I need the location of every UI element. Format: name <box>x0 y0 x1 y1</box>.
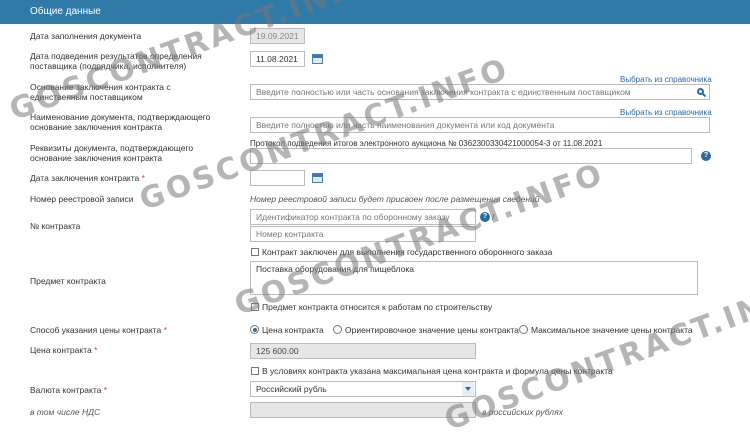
registry-number-label: Номер реестровой записи <box>30 194 134 204</box>
defense-order-checkbox-label: Контракт заключен для выполнения государ… <box>262 247 553 257</box>
price-label-text: Цена контракта <box>30 345 92 355</box>
subject-label: Предмет контракта <box>30 276 106 286</box>
currency-label-text: Валюта контракта <box>30 385 102 395</box>
price-input[interactable]: 125 600.00 <box>250 343 476 359</box>
radio-contract-price-label: Цена контракта <box>262 325 324 335</box>
radio-contract-price[interactable] <box>250 325 259 334</box>
defense-order-checkbox[interactable] <box>251 248 259 256</box>
registry-number-value: Номер реестровой записи будет присвоен п… <box>250 194 540 204</box>
radio-max-price[interactable] <box>519 325 528 334</box>
subject-textarea[interactable]: Поставка оборудования для пищеблока <box>250 261 698 295</box>
max-price-checkbox[interactable] <box>251 367 259 375</box>
required-mark: * <box>103 385 108 395</box>
calendar-icon[interactable] <box>312 54 323 64</box>
reference-link-supplier[interactable]: Выбрать из справочника <box>620 75 712 84</box>
doc-details-label: Реквизиты документа, подтверждающего осн… <box>30 143 194 163</box>
construction-checkbox[interactable] <box>251 303 259 311</box>
doc-name-input[interactable]: Введите полностью или часть наименования… <box>250 117 710 133</box>
radio-approximate-price-label: Ориентировочное значение цены контракта <box>345 325 519 335</box>
price-method-label: Способ указания цены контракта * <box>30 325 240 335</box>
section-header: Общие данные <box>0 0 750 24</box>
chevron-down-icon[interactable] <box>462 382 474 396</box>
doc-details-value: Протокол подведения итогов электронного … <box>250 139 603 148</box>
single-supplier-label: Основание заключения контракта с единств… <box>30 82 171 102</box>
supplier-date-label: Дата подведения результатов определения … <box>30 51 202 71</box>
radio-max-price-label: Максимальное значение цены контракта <box>531 325 693 335</box>
contract-date-label-text: Дата заключения контракта <box>30 173 140 183</box>
defense-id-input[interactable]: Идентификатор контракта по оборонному за… <box>250 209 476 225</box>
search-icon[interactable] <box>697 88 704 95</box>
contract-number-label: № контракта <box>30 221 81 231</box>
help-icon[interactable]: ? <box>480 212 490 222</box>
price-method-label-text: Способ указания цены контракта <box>30 325 162 335</box>
separator-slash: / <box>492 212 495 222</box>
required-mark: * <box>141 173 145 183</box>
doc-details-input[interactable] <box>250 148 692 164</box>
vat-label: в том числе НДС <box>30 407 101 417</box>
watermark: GOSCONTRACT.INFO <box>135 51 515 218</box>
radio-approximate-price[interactable] <box>333 325 342 334</box>
required-mark: * <box>163 325 167 335</box>
doc-name-label: Наименование документа, подтверждающего … <box>30 112 211 132</box>
required-mark: * <box>94 345 98 355</box>
price-label: Цена контракта * <box>30 345 240 355</box>
calendar-icon[interactable] <box>312 173 323 183</box>
help-icon[interactable]: ? <box>701 151 711 161</box>
vat-input <box>250 402 476 418</box>
reference-link-doc[interactable]: Выбрать из справочника <box>620 108 712 117</box>
fill-date-field: 19.09.2021 <box>250 28 305 44</box>
currency-label: Валюта контракта * <box>30 385 240 395</box>
contract-date-label: Дата заключения контракта * <box>30 173 240 183</box>
currency-select[interactable]: Российский рубль <box>250 381 476 397</box>
supplier-date-input[interactable]: 11.08.2021 <box>250 51 305 67</box>
contract-date-input[interactable] <box>250 170 305 186</box>
vat-unit: в российских рублях <box>482 407 563 417</box>
fill-date-label: Дата заполнения документа <box>30 31 142 41</box>
contract-number-input[interactable]: Номер контракта <box>250 226 476 242</box>
max-price-checkbox-label: В условиях контракта указана максимальна… <box>262 366 613 376</box>
construction-checkbox-label: Предмет контракта относится к работам по… <box>262 302 493 312</box>
section-title: Общие данные <box>30 6 101 17</box>
single-supplier-input[interactable]: Введите полностью или часть основания за… <box>250 84 710 100</box>
